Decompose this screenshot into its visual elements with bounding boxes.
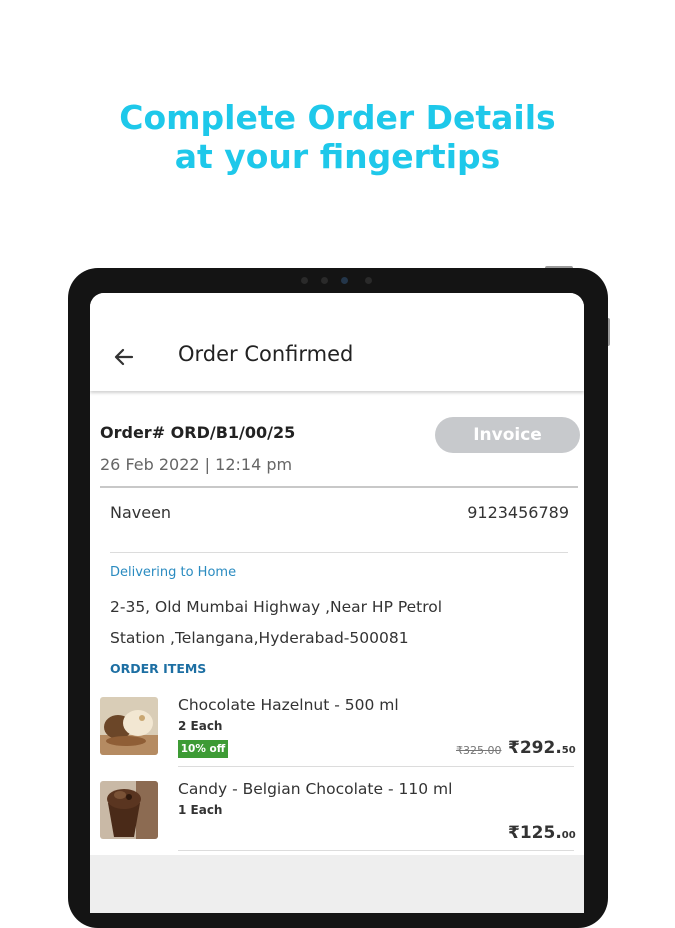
- promo-headline-line1: Complete Order Details: [119, 98, 556, 137]
- customer-phone[interactable]: 9123456789: [467, 503, 569, 522]
- app-screen: Order Confirmed Order# ORD/B1/00/25 26 F…: [90, 293, 584, 913]
- invoice-button[interactable]: Invoice: [435, 417, 580, 453]
- item-name: Chocolate Hazelnut - 500 ml: [178, 696, 399, 714]
- promo-headline: Complete Order Details at your fingertip…: [0, 98, 675, 176]
- item-divider: [178, 766, 574, 767]
- customer-name: Naveen: [110, 503, 172, 522]
- order-items-heading: ORDER ITEMS: [110, 661, 207, 676]
- camera-dot: [321, 277, 328, 284]
- item-quantity: 2 Each: [178, 719, 223, 733]
- order-number: Order# ORD/B1/00/25: [100, 423, 296, 442]
- camera-dot: [301, 277, 308, 284]
- item-price-cents: 50: [561, 745, 576, 756]
- camera-lens: [341, 277, 348, 284]
- page-title: Order Confirmed: [178, 342, 354, 366]
- divider: [110, 552, 568, 553]
- item-price-main: ₹292.: [508, 738, 562, 758]
- item-divider: [178, 850, 574, 851]
- arrow-left-icon[interactable]: [112, 345, 136, 369]
- item-name: Candy - Belgian Chocolate - 110 ml: [178, 780, 453, 798]
- camera-dot: [365, 277, 372, 284]
- item-quantity: 1 Each: [178, 803, 223, 817]
- item-price: ₹125.00: [508, 823, 576, 843]
- item-image-ice-cream-scoops: [100, 697, 158, 755]
- item-price: ₹292.50: [508, 738, 576, 758]
- bottom-bar: [90, 855, 584, 913]
- address-line: Station ,Telangana,Hyderabad-500081: [110, 629, 409, 647]
- delivery-label: Delivering to Home: [110, 565, 237, 580]
- order-date: 26 Feb 2022 | 12:14 pm: [100, 455, 293, 474]
- item-price-cents: 00: [561, 830, 576, 841]
- item-price-main: ₹125.: [508, 823, 562, 843]
- address-line: 2-35, Old Mumbai Highway ,Near HP Petrol: [110, 598, 443, 616]
- item-image-chocolate-shake: [100, 781, 158, 839]
- delivery-address: 2-35, Old Mumbai Highway ,Near HP Petrol…: [110, 592, 510, 654]
- promo-headline-line2: at your fingertips: [174, 137, 501, 176]
- app-bar: Order Confirmed: [90, 293, 584, 391]
- item-original-price: ₹325.00: [456, 744, 502, 757]
- divider: [100, 486, 578, 488]
- offer-badge: 10% off: [178, 740, 228, 758]
